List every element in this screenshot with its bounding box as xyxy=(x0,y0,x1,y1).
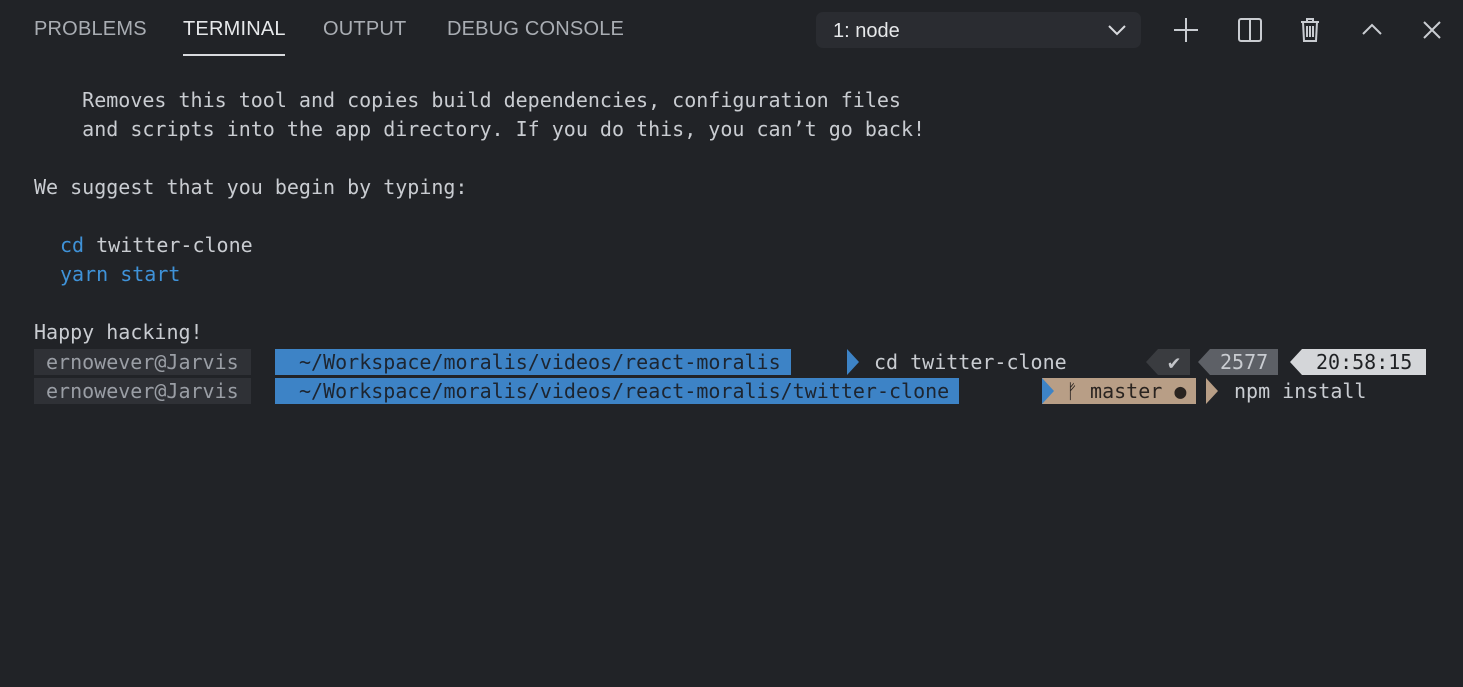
git-branch: ᚠ master ● xyxy=(1042,378,1197,404)
prompt-user: ernowever@Jarvis xyxy=(34,349,251,375)
command-argument: twitter-clone xyxy=(84,233,253,257)
terminal-line: We suggest that you begin by typing: xyxy=(34,175,468,199)
prompt-path: ~/Workspace/moralis/videos/react-moralis xyxy=(275,349,791,375)
prompt-separator xyxy=(1206,378,1218,404)
close-icon[interactable] xyxy=(1416,14,1448,46)
prompt-separator xyxy=(1290,349,1302,375)
active-tab-indicator xyxy=(183,54,285,56)
prompt-separator xyxy=(847,349,859,375)
terminal-output[interactable]: Removes this tool and copies build depen… xyxy=(0,62,1463,411)
prompt-line: ernowever@Jarvis ~/Workspace/moralis/vid… xyxy=(34,378,1434,404)
terminal-line: cd twitter-clone xyxy=(60,231,253,260)
prompt-path: ~/Workspace/moralis/videos/react-moralis… xyxy=(275,378,960,404)
terminal-line: and scripts into the app directory. If y… xyxy=(34,117,926,141)
chevron-down-icon xyxy=(1107,22,1127,43)
chevron-up-icon[interactable] xyxy=(1356,14,1388,46)
prompt-line: ernowever@Jarvis ~/Workspace/moralis/vid… xyxy=(34,349,1434,375)
tab-debug-console[interactable]: DEBUG CONSOLE xyxy=(447,18,624,41)
plus-icon[interactable] xyxy=(1170,14,1202,46)
prompt-user: ernowever@Jarvis xyxy=(34,378,251,404)
prompt-separator xyxy=(1042,378,1054,404)
prompt-command: npm install xyxy=(1234,379,1367,403)
tab-terminal[interactable]: TERMINAL xyxy=(183,18,286,41)
terminal-line: yarn start xyxy=(60,262,181,286)
tab-output[interactable]: OUTPUT xyxy=(323,18,406,41)
terminal-line: Removes this tool and copies build depen… xyxy=(34,88,901,112)
command-keyword: cd xyxy=(60,233,85,257)
prompt-separator xyxy=(1146,349,1158,375)
split-icon[interactable] xyxy=(1234,14,1266,46)
status-badge: ✔ xyxy=(1158,349,1191,375)
panel-tabbar: PROBLEMS TERMINAL OUTPUT DEBUG CONSOLE 1… xyxy=(0,0,1463,62)
history-count: 2577 xyxy=(1210,349,1279,375)
terminal-select-value: 1: node xyxy=(833,20,900,42)
prompt-command: cd twitter-clone xyxy=(874,350,1067,374)
terminal-select[interactable]: 1: node xyxy=(816,12,1141,48)
trash-icon[interactable] xyxy=(1294,14,1326,46)
prompt-separator xyxy=(1198,349,1210,375)
terminal-line: Happy hacking! xyxy=(34,320,203,344)
tab-problems[interactable]: PROBLEMS xyxy=(34,18,147,41)
prompt-time: 20:58:15 xyxy=(1302,349,1427,375)
